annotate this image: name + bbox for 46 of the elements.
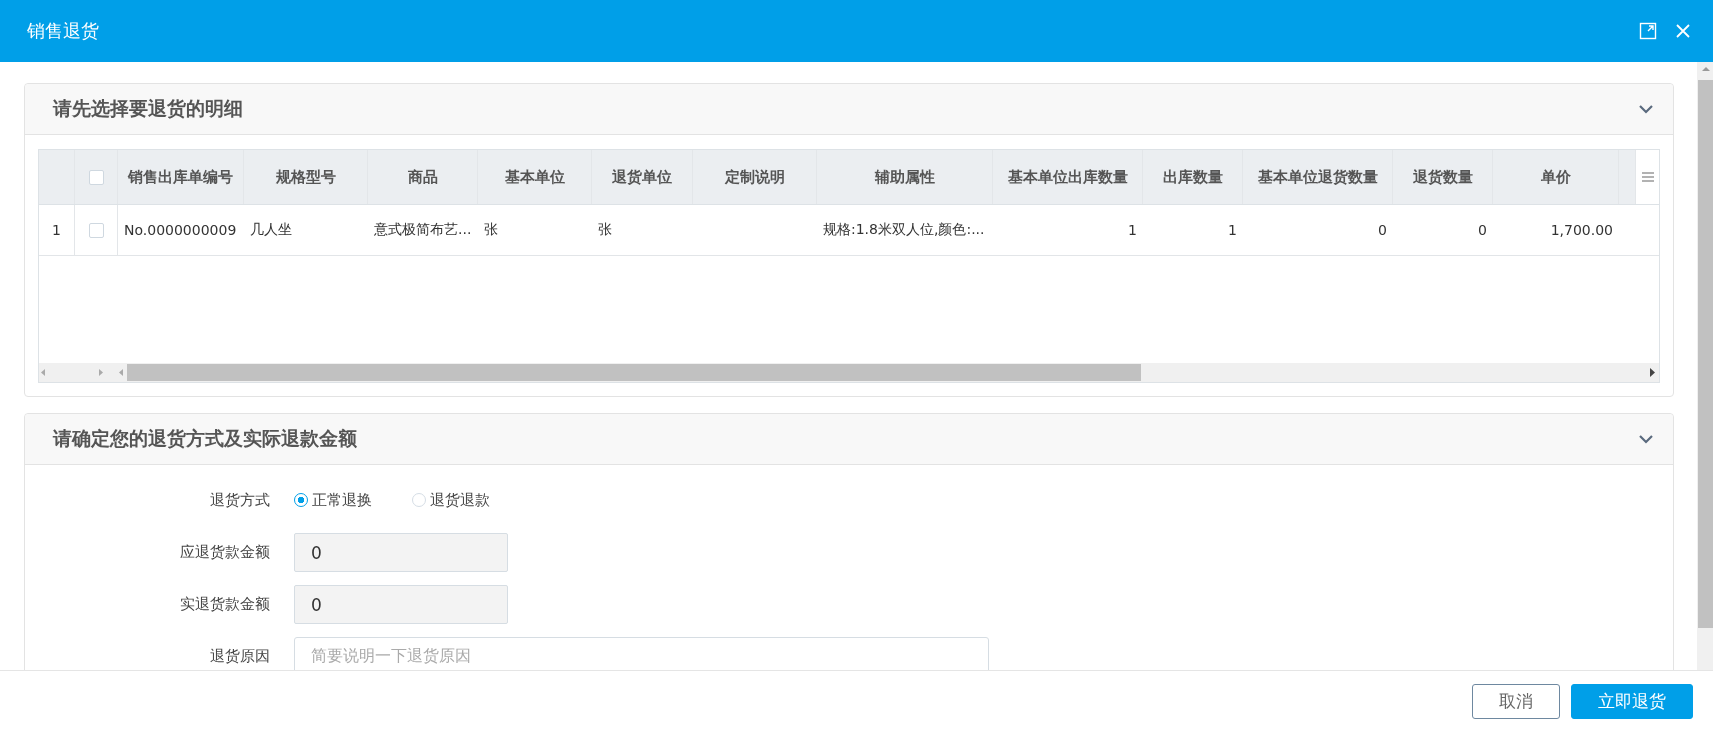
column-header[interactable]: 基本单位退货数量 [1257, 167, 1378, 187]
close-icon[interactable] [1675, 23, 1691, 39]
field-label: 退货方式 [209, 490, 270, 511]
maximize-icon[interactable] [1639, 22, 1657, 40]
table-cell: 规格:1.8米双人位,颜色:... [823, 221, 985, 239]
table-cell: 1,700.00 [1550, 222, 1613, 238]
radio-option[interactable]: 正常退换 [294, 490, 372, 510]
panel-title: 请先选择要退货的明细 [53, 96, 243, 121]
radio-option[interactable]: 退货退款 [412, 490, 490, 510]
reason-field[interactable]: 简要说明一下退货原因 [294, 637, 989, 670]
select-all-checkbox[interactable] [88, 169, 104, 185]
scroll-right-arrow-icon[interactable] [1650, 368, 1655, 377]
column-header[interactable]: 退货数量 [1412, 167, 1473, 187]
chevron-down-icon[interactable] [1639, 104, 1653, 114]
column-header[interactable]: 商品 [407, 167, 438, 187]
column-menu-icon[interactable] [1641, 172, 1654, 182]
table-cell: 0 [1478, 222, 1487, 238]
row-checkbox[interactable] [88, 222, 104, 238]
field-label: 实退货款金额 [179, 594, 270, 615]
table-cell: 意式极简布艺... [374, 221, 472, 239]
table-cell: 几人坐 [250, 221, 292, 239]
column-header[interactable]: 定制说明 [724, 167, 785, 187]
window-title: 销售退货 [27, 19, 99, 43]
table-cell: No.0000000009 [124, 222, 237, 238]
table-cell: 张 [598, 221, 612, 239]
table-cell: 0 [1378, 222, 1387, 238]
table-cell: 1 [1128, 222, 1137, 238]
column-header[interactable]: 退货单位 [612, 167, 672, 187]
table-cell: 张 [484, 221, 498, 239]
chevron-down-icon[interactable] [1639, 434, 1653, 444]
column-header[interactable]: 基本单位出库数量 [1007, 167, 1128, 187]
scroll-left-arrow-icon[interactable] [41, 369, 45, 376]
column-header[interactable]: 出库数量 [1162, 167, 1223, 187]
column-header[interactable]: 规格型号 [275, 167, 336, 187]
field-label: 应退货款金额 [179, 542, 270, 563]
column-header[interactable]: 单价 [1540, 167, 1571, 187]
scroll-left-arrow-icon[interactable] [119, 369, 123, 376]
panel-title: 请确定您的退货方式及实际退款金额 [53, 426, 357, 451]
table-cell: 1 [1228, 222, 1237, 238]
column-header[interactable]: 辅助属性 [874, 167, 935, 187]
column-header[interactable]: 基本单位 [504, 167, 565, 187]
scroll-up-arrow-icon[interactable] [1702, 67, 1710, 71]
column-header[interactable]: 销售出库单编号 [128, 167, 233, 187]
field-label: 退货原因 [209, 646, 270, 667]
footer-button[interactable]: 取消 [1472, 684, 1560, 719]
row-number: 1 [52, 222, 61, 238]
